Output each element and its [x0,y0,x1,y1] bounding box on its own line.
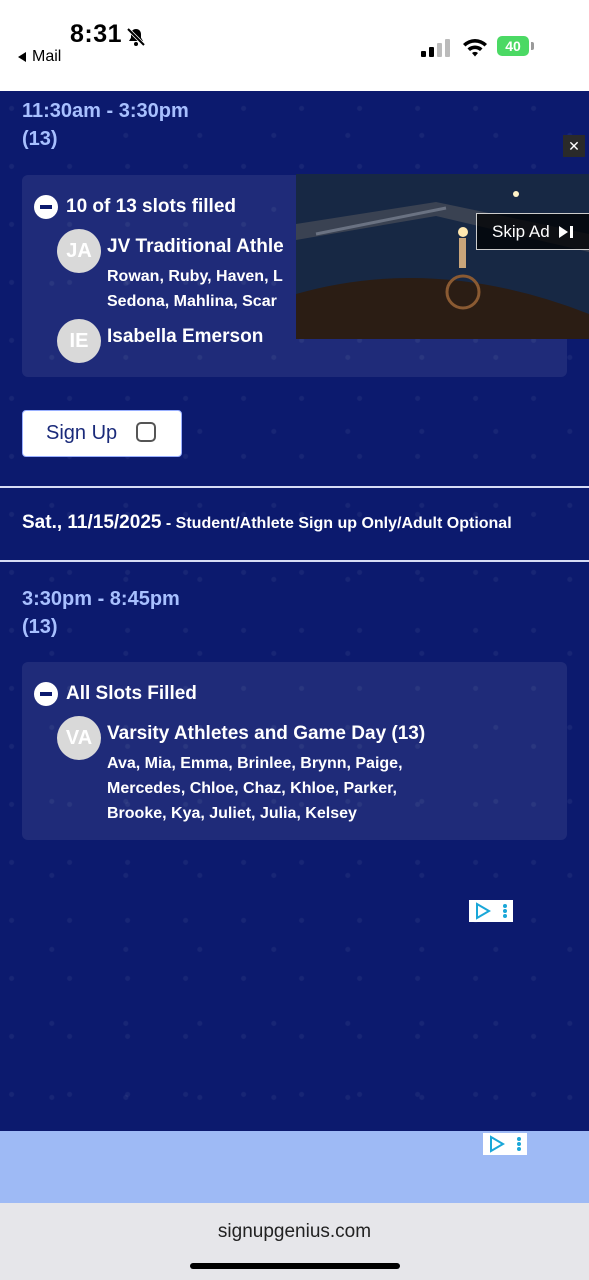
entry-participants: Ava, Mia, Emma, Brinlee, Brynn, Paige, M… [107,755,403,822]
skip-ad-button[interactable]: Skip Ad [476,213,589,250]
video-ad[interactable]: Skip Ad [296,174,589,339]
adchoices-icon[interactable] [469,900,513,922]
close-ad-button[interactable]: ✕ [563,135,585,157]
battery-level: 40 [497,36,529,56]
avatar: JA [57,229,101,273]
status-bar: 8:31 Mail 40 [0,0,589,91]
battery-icon: 40 [497,36,535,56]
back-label: Mail [32,48,62,65]
time-slot-header: 3:30pm - 8:45pm (13) [22,585,180,641]
entry-participants: Rowan, Ruby, Haven, L Sedona, Mahlina, S… [107,268,283,310]
cellular-signal-icon [421,39,451,62]
sign-up-button[interactable]: Sign Up [22,410,182,457]
entry-name: Isabella Emerson [107,326,264,347]
divider [0,486,589,488]
clock: 8:31 [70,20,123,48]
date-header: Sat., 11/15/2025 - Student/Athlete Sign … [22,512,512,533]
date-description: Student/Athlete Sign up Only/Adult Optio… [175,515,512,532]
url-text[interactable]: signupgenius.com [0,1221,589,1243]
skip-ad-label: Skip Ad [492,221,550,241]
filled-status-text: All Slots Filled [66,683,197,704]
avatar: IE [57,319,101,363]
time-range: 3:30pm - 8:45pm [22,588,180,610]
slot-status[interactable]: All Slots Filled [34,682,197,706]
browser-address-bar: signupgenius.com [0,1203,589,1280]
time-slot-header: 11:30am - 3:30pm (13) [22,97,189,153]
time-range: 11:30am - 3:30pm [22,100,189,122]
collapse-icon[interactable] [34,682,58,706]
date-text: Sat., 11/15/2025 [22,512,162,533]
entry-name: JV Traditional Athle [107,236,284,257]
slot-status[interactable]: 10 of 13 slots filled [34,195,236,219]
checkbox-icon[interactable] [136,422,156,442]
slot-card: All Slots Filled VA Varsity Athletes and… [22,662,567,840]
video-frame [296,174,589,339]
slot-count: (13) [22,616,58,638]
skip-forward-icon [558,225,574,239]
adchoices-icon[interactable] [483,1133,527,1155]
ad-banner[interactable] [0,1131,589,1203]
entry-name: Varsity Athletes and Game Day (13) [107,723,426,744]
avatar: VA [57,716,101,760]
filled-status-text: 10 of 13 slots filled [66,196,236,217]
slot-count: (13) [22,128,58,150]
bell-slash-icon [126,27,146,52]
divider [0,560,589,562]
back-to-mail-link[interactable]: Mail [18,48,61,66]
back-arrow-icon [18,51,26,62]
collapse-icon[interactable] [34,195,58,219]
home-indicator[interactable] [190,1263,400,1269]
sign-up-label: Sign Up [46,422,118,444]
wifi-icon [462,37,488,62]
